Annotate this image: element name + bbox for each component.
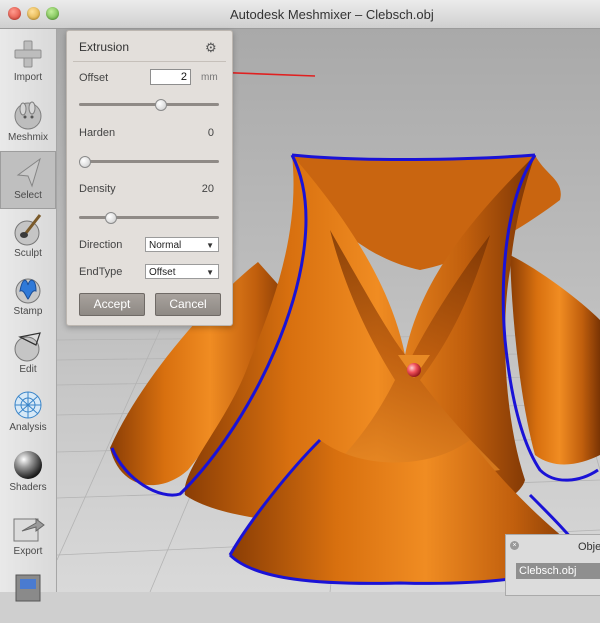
stamp-tool[interactable]: Stamp [0,267,56,325]
title-bar: Autodesk Meshmixer – Clebsch.obj [0,0,600,29]
chevron-down-icon: ▼ [206,241,214,250]
edit-label: Edit [19,364,37,375]
gear-icon[interactable]: ⚙ [205,40,217,56]
endtype-value: Offset [149,267,176,278]
offset-label: Offset [79,72,109,84]
direction-label: Direction [79,239,123,251]
stamp-icon [15,278,41,304]
direction-select[interactable]: Normal ▼ [145,237,219,252]
close-window-button[interactable] [8,7,21,20]
shaders-label: Shaders [9,482,47,493]
edit-mesh-icon [14,332,41,362]
panel-title: Extrusion [79,40,130,54]
wireframe-sphere-icon [14,391,42,419]
export-tool[interactable]: Export [0,507,56,565]
offset-slider-thumb[interactable] [155,99,167,111]
offset-input[interactable]: 2 [150,69,191,85]
panel-divider [73,61,226,62]
zoom-window-button[interactable] [46,7,59,20]
direction-value: Normal [149,240,182,251]
printer-icon [15,574,41,602]
density-label: Density [79,183,116,195]
pivot-ball [407,363,421,377]
shader-sphere-icon [14,451,42,479]
analysis-tool[interactable]: Analysis [0,383,56,441]
minimize-window-button[interactable] [27,7,40,20]
object-list-item[interactable]: Clebsch.obj [516,563,600,579]
analysis-label: Analysis [9,422,47,433]
accept-button[interactable]: Accept [79,293,145,316]
offset-unit: mm [201,72,218,83]
objects-panel: × Obje Clebsch.obj [505,534,600,596]
stamp-label: Stamp [13,306,43,317]
export-icon [13,518,45,542]
meshmix-tool[interactable]: Meshmix [0,93,56,151]
chevron-down-icon: ▼ [206,268,214,277]
density-slider-thumb[interactable] [105,212,117,224]
import-tool[interactable]: Import [0,33,56,91]
density-slider-track[interactable] [79,216,219,219]
meshmix-label: Meshmix [7,132,48,143]
offset-slider-track[interactable] [79,103,219,106]
endtype-select[interactable]: Offset ▼ [145,264,219,279]
cursor-arrow-icon [16,157,41,188]
edit-tool[interactable]: Edit [0,325,56,383]
print-tool[interactable] [0,565,56,623]
sculpt-tool[interactable]: Sculpt [0,209,56,267]
left-toolbar: Import Meshmix Select Sculpt Stamp Edit … [0,29,57,602]
harden-slider-track[interactable] [79,160,219,163]
window-title: Autodesk Meshmixer – Clebsch.obj [230,7,434,22]
close-icon[interactable]: × [510,541,519,550]
select-tool[interactable]: Select [0,151,56,209]
import-label: Import [13,72,43,83]
bunny-icon [14,101,42,130]
harden-slider-thumb[interactable] [79,156,91,168]
harden-value: 0 [207,127,214,139]
plus-icon [14,40,42,68]
export-label: Export [13,546,43,557]
objects-panel-title: Obje [578,541,600,553]
density-value: 20 [201,183,214,195]
brush-icon [14,214,42,246]
shaders-tool[interactable]: Shaders [0,443,56,501]
endtype-label: EndType [79,266,123,278]
extrusion-panel: Extrusion ⚙ Offset 2 mm Harden 0 Density… [66,30,233,326]
cancel-button[interactable]: Cancel [155,293,221,316]
select-label: Select [14,190,42,201]
sculpt-label: Sculpt [14,248,42,259]
harden-label: Harden [79,127,116,139]
